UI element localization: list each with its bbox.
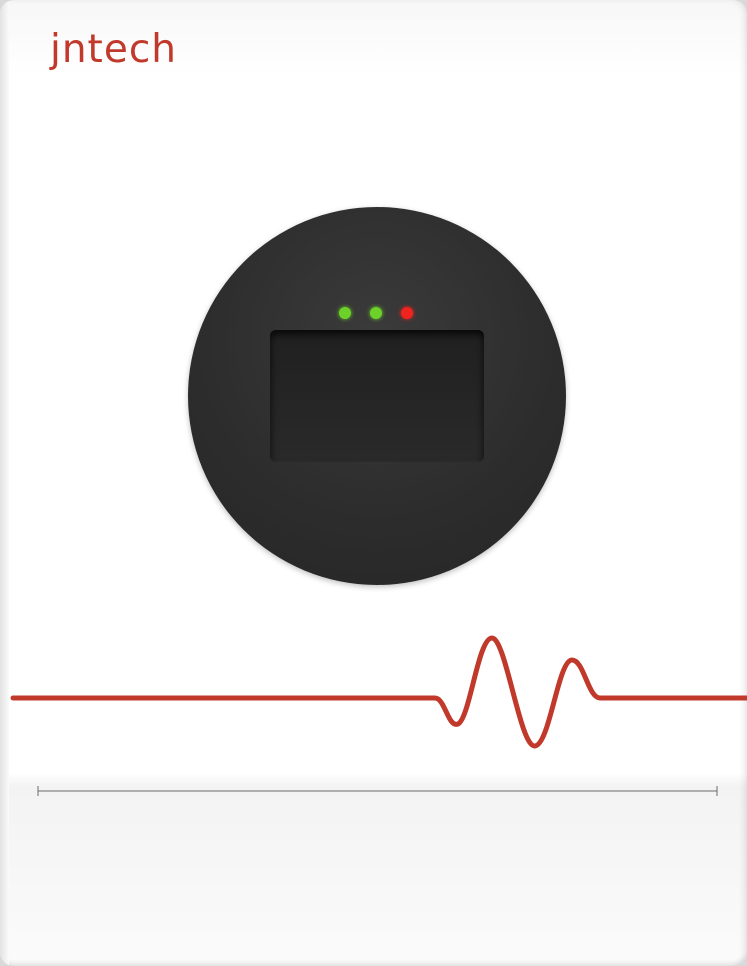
heartbeat-wave-line	[10, 635, 747, 749]
display-disc	[188, 207, 566, 585]
panel-edge	[0, 0, 9, 966]
brand-logo: jntech	[50, 27, 177, 72]
heartbeat-wave-graphic	[10, 635, 747, 749]
status-led-green-1	[339, 307, 351, 319]
lcd-screen	[270, 330, 484, 462]
divider-line-graphic	[37, 786, 718, 796]
inverter-front-panel: jntech	[0, 0, 747, 966]
status-led-green-2	[370, 307, 382, 319]
status-led-red	[401, 307, 413, 319]
